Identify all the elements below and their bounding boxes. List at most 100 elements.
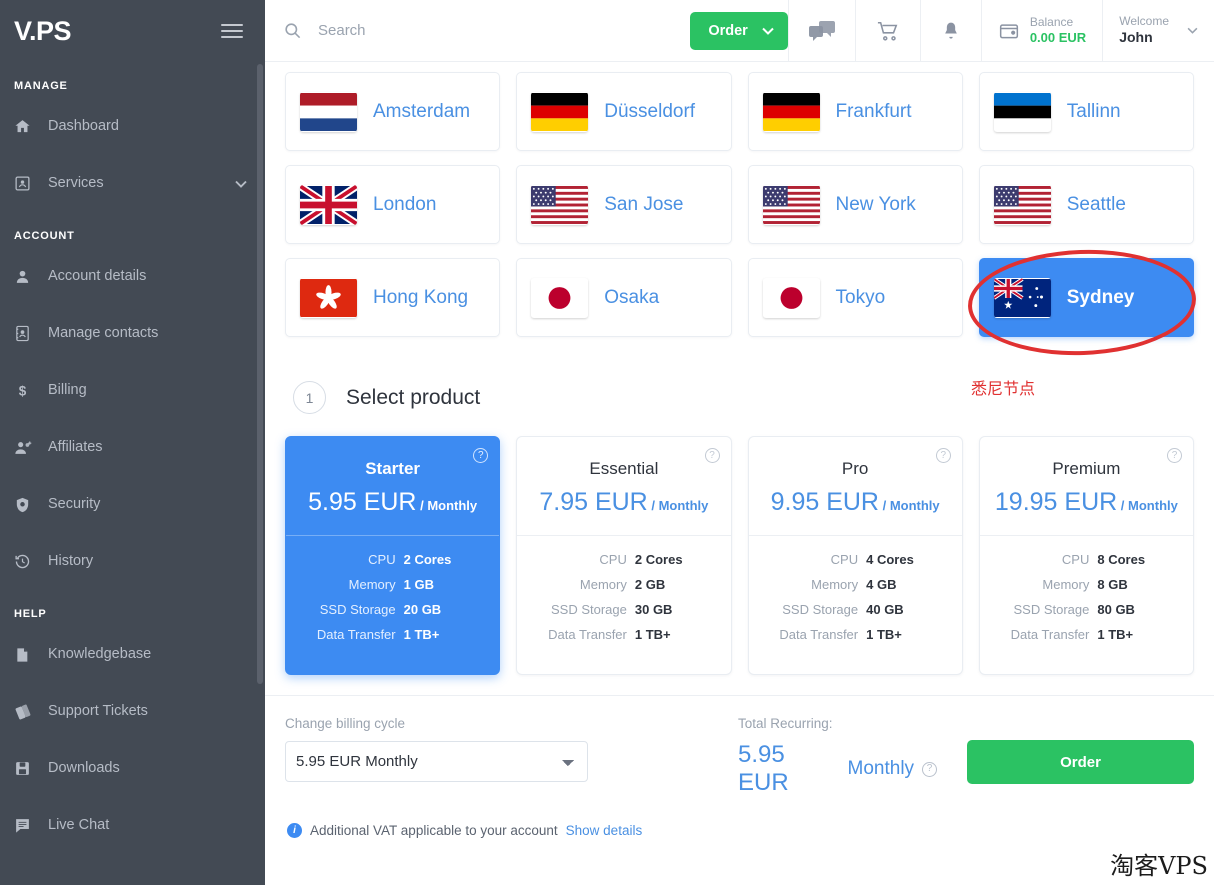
product-spec-value: 8 GB	[1097, 577, 1128, 592]
cart-icon	[877, 21, 898, 41]
location-card-san-jose[interactable]: San Jose	[516, 165, 732, 244]
balance-label: Balance	[1029, 14, 1074, 29]
location-card-frankfurt[interactable]: Frankfurt	[747, 72, 963, 151]
sidebar-item-label: Services	[48, 175, 104, 192]
location-card-new-york[interactable]: New York	[747, 165, 963, 244]
header-order-button[interactable]: Order	[690, 11, 788, 50]
product-spec-row: SSD Storage 40 GB	[765, 602, 946, 617]
notifications-button[interactable]	[919, 0, 981, 61]
sidebar-scrollbar[interactable]	[257, 64, 263, 684]
product-spec-key: Memory	[811, 577, 859, 592]
product-spec-value: 2 Cores	[403, 552, 452, 567]
help-icon[interactable]: ?	[935, 448, 951, 463]
location-card-tallinn[interactable]: Tallinn	[978, 72, 1194, 151]
save-icon	[14, 760, 48, 777]
flag-au-icon	[993, 277, 1051, 318]
sidebar-item-security[interactable]: Security	[0, 476, 265, 533]
product-name: Pro	[841, 459, 869, 478]
sidebar-item-label: Account details	[48, 268, 147, 285]
total-help-icon[interactable]: ?	[922, 761, 937, 777]
footer-order-button[interactable]: Order	[967, 740, 1194, 784]
sidebar-item-label: Support Tickets	[48, 703, 148, 720]
product-name: Starter	[365, 459, 421, 478]
chevron-down-icon	[762, 27, 774, 35]
cart-button[interactable]	[854, 0, 920, 61]
sidebar-item-label: Security	[48, 496, 101, 513]
product-price-amount: 9.95 EUR	[770, 488, 879, 516]
location-card-london[interactable]: London	[285, 165, 501, 244]
product-spec-row: CPU 4 Cores	[765, 552, 946, 567]
product-spec-value: 1 TB+	[634, 627, 671, 642]
product-spec-row: SSD Storage 20 GB	[302, 602, 483, 617]
product-card-premium[interactable]: ? Premium 19.95 EUR / Monthly CPU 8 Cores Mem…	[978, 436, 1194, 675]
location-card-osaka[interactable]: Osaka	[516, 258, 732, 337]
welcome-label: Welcome	[1119, 14, 1169, 29]
svg-text:$: $	[19, 383, 27, 398]
location-card-amsterdam[interactable]: Amsterdam	[285, 72, 501, 151]
product-spec-value: 1 TB+	[403, 627, 440, 642]
product-spec-value: 1 GB	[403, 577, 434, 592]
sidebar-item-account-details[interactable]: Account details	[0, 248, 265, 305]
annotation-text: 悉尼节点	[971, 379, 1036, 398]
hamburger-menu-icon[interactable]	[221, 24, 243, 38]
location-card-hong-kong[interactable]: Hong Kong	[285, 258, 501, 337]
step-title: Select product	[346, 385, 481, 409]
product-spec-row: Memory 2 GB	[533, 577, 714, 592]
product-header: Essential 7.95 EUR / Monthly	[517, 437, 730, 535]
product-price-amount: 19.95 EUR	[994, 488, 1118, 516]
product-spec-row: Memory 8 GB	[996, 577, 1177, 592]
location-card-seattle[interactable]: Seattle	[978, 165, 1194, 244]
product-spec-row: CPU 2 Cores	[302, 552, 483, 567]
product-spec-row: SSD Storage 80 GB	[996, 602, 1177, 617]
sidebar-item-billing[interactable]: $ Billing	[0, 362, 265, 419]
header-order-label: Order	[708, 22, 748, 39]
sidebar-item-support-tickets[interactable]: Support Tickets	[0, 683, 265, 740]
user-menu-button[interactable]: Welcome John	[1102, 0, 1214, 61]
billing-cycle-select[interactable]: 5.95 EUR Monthly	[285, 741, 588, 782]
sidebar-item-services[interactable]: Services	[0, 155, 265, 212]
total-group: Total Recurring: 5.95 EUR Monthly ?	[618, 716, 967, 797]
sidebar-item-dashboard[interactable]: Dashboard	[0, 98, 265, 155]
sidebar-item-downloads[interactable]: Downloads	[0, 740, 265, 797]
product-header: Starter 5.95 EUR / Monthly	[286, 437, 499, 535]
balance-button[interactable]: Balance 0.00 EUR	[980, 0, 1102, 61]
location-card-sydney[interactable]: Sydney	[978, 258, 1194, 337]
product-card-starter[interactable]: ? Starter 5.95 EUR / Monthly CPU 2 Cores Memo…	[285, 436, 501, 675]
sidebar-item-knowledgebase[interactable]: Knowledgebase	[0, 626, 265, 683]
flag-us-icon	[762, 184, 820, 225]
location-name: Seattle	[1066, 193, 1126, 215]
messages-button[interactable]: 0	[787, 0, 855, 61]
location-name: Tallinn	[1066, 100, 1121, 122]
chat-icon	[14, 817, 48, 834]
sidebar-item-history[interactable]: History	[0, 533, 265, 590]
search-input[interactable]	[318, 22, 548, 39]
location-name: Amsterdam	[373, 100, 471, 122]
sidebar-item-live-chat[interactable]: Live Chat	[0, 797, 265, 854]
product-spec-row: Data Transfer 1 TB+	[533, 627, 714, 642]
product-spec-row: Data Transfer 1 TB+	[302, 627, 483, 642]
brand-logo[interactable]: V.PS	[14, 16, 72, 47]
product-specs: CPU 8 Cores Memory 8 GB SSD Storage 80 GB Data…	[979, 535, 1193, 674]
product-price: 19.95 EUR / Monthly	[992, 488, 1181, 517]
product-spec-value: 4 Cores	[866, 552, 914, 567]
product-spec-value: 20 GB	[403, 602, 442, 617]
sidebar: V.PS MANAGE Dashboard Services ACCOUNT Accou…	[0, 0, 265, 885]
sidebar-item-label: Downloads	[48, 760, 120, 777]
flag-nl-icon	[300, 91, 357, 132]
location-card-düsseldorf[interactable]: Düsseldorf	[516, 72, 732, 151]
billing-cycle-group: Change billing cycle 5.95 EUR Monthly	[285, 716, 618, 782]
product-spec-value: 4 GB	[866, 577, 897, 592]
product-card-pro[interactable]: ? Pro 9.95 EUR / Monthly CPU 4 Cores Memory 4 …	[747, 436, 963, 675]
sidebar-item-manage-contacts[interactable]: Manage contacts	[0, 305, 265, 362]
location-name: Tokyo	[835, 286, 886, 308]
help-icon[interactable]: ?	[1167, 448, 1182, 463]
help-icon[interactable]: ?	[704, 448, 720, 463]
location-name: New York	[835, 193, 916, 215]
chevron-down-icon[interactable]	[235, 176, 247, 192]
vat-show-details-link[interactable]: Show details	[566, 823, 643, 838]
sidebar-item-affiliates[interactable]: Affiliates	[0, 419, 265, 476]
location-card-tokyo[interactable]: Tokyo	[747, 258, 963, 337]
product-card-essential[interactable]: ? Essential 7.95 EUR / Monthly CPU 2 Cores Me…	[516, 436, 732, 675]
sidebar-item-label: Billing	[48, 382, 87, 399]
product-header: Pro 9.95 EUR / Monthly	[749, 437, 962, 535]
